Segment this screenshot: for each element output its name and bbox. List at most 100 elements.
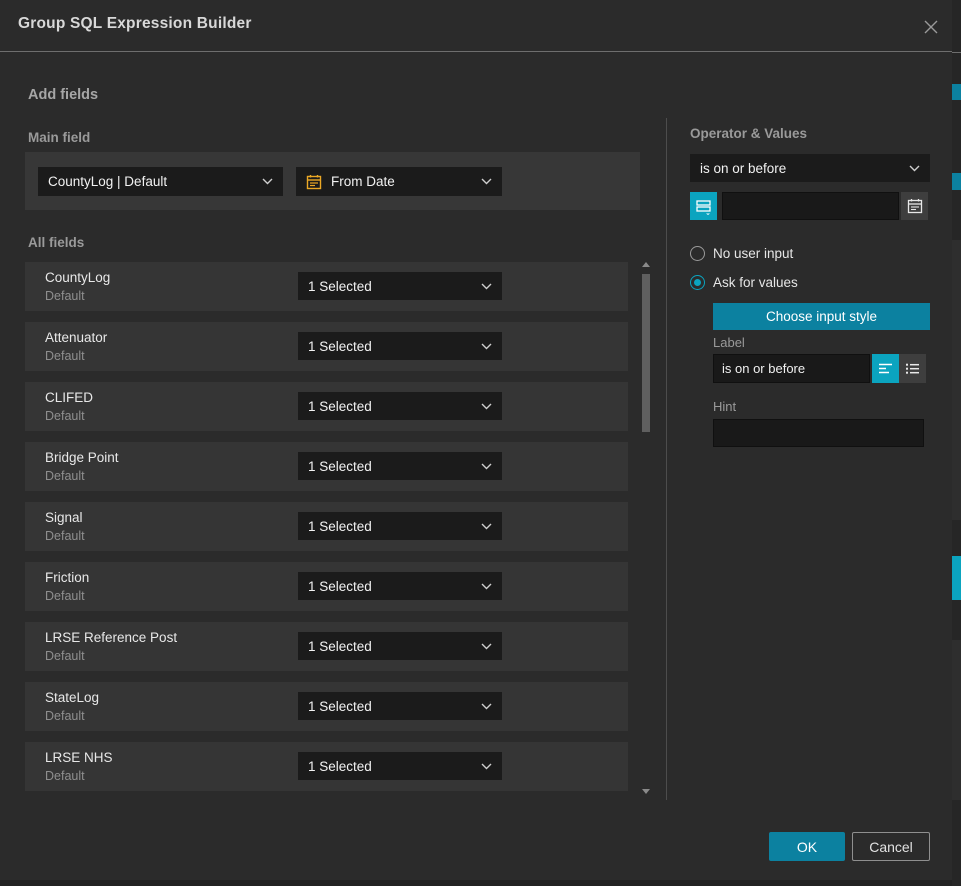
chevron-down-icon (481, 283, 492, 290)
field-row: Signal Default 1 Selected (25, 502, 628, 551)
field-selection-dropdown[interactable]: 1 Selected (298, 272, 502, 300)
fields-list-scrollbar[interactable] (641, 258, 651, 798)
field-row: Friction Default 1 Selected (25, 562, 628, 611)
field-layer-name: Default (45, 529, 85, 543)
field-layer-name: Default (45, 709, 85, 723)
calendar-icon (907, 198, 923, 214)
operator-dropdown[interactable]: is on or before (690, 154, 930, 182)
operator-values-heading: Operator & Values (690, 126, 807, 141)
main-field-dropdown[interactable]: CountyLog | Default (38, 167, 283, 196)
choose-input-style-button[interactable]: Choose input style (713, 303, 930, 330)
bullet-list-icon (905, 362, 920, 375)
align-left-lines-icon (878, 362, 893, 375)
all-fields-label: All fields (28, 235, 84, 250)
operator-dropdown-value: is on or before (700, 161, 786, 176)
field-name: CountyLog (45, 270, 110, 285)
chevron-down-icon (909, 165, 920, 172)
field-name: CLIFED (45, 390, 93, 405)
field-name: StateLog (45, 690, 99, 705)
field-row: StateLog Default 1 Selected (25, 682, 628, 731)
date-picker-button[interactable] (901, 192, 928, 220)
hint-input[interactable] (713, 419, 924, 447)
field-name: LRSE Reference Post (45, 630, 177, 645)
all-fields-list: CountyLog Default 1 Selected Attenuator … (25, 262, 628, 802)
scroll-up-arrow-icon[interactable] (642, 262, 650, 267)
field-name: Signal (45, 510, 83, 525)
field-row: Attenuator Default 1 Selected (25, 322, 628, 371)
chevron-down-icon (481, 703, 492, 710)
field-selection-dropdown[interactable]: 1 Selected (298, 572, 502, 600)
field-name: LRSE NHS (45, 750, 113, 765)
label-field-caption: Label (713, 335, 745, 350)
radio-icon (690, 246, 705, 261)
chevron-down-icon (481, 463, 492, 470)
scrollbar-thumb[interactable] (642, 274, 650, 432)
stacked-values-icon (695, 198, 712, 215)
field-row: CountyLog Default 1 Selected (25, 262, 628, 311)
group-sql-expression-builder-dialog: Group SQL Expression Builder Add fields … (0, 0, 952, 880)
field-selection-dropdown[interactable]: 1 Selected (298, 692, 502, 720)
list-input-style-button[interactable] (899, 354, 926, 383)
label-input[interactable] (713, 354, 870, 383)
radio-option-label: Ask for values (713, 275, 798, 290)
close-icon (923, 19, 939, 35)
close-button[interactable] (918, 14, 944, 40)
chevron-down-icon (481, 343, 492, 350)
field-selection-dropdown[interactable]: 1 Selected (298, 752, 502, 780)
field-selection-value: 1 Selected (308, 699, 372, 714)
date-field-calendar-icon (306, 174, 322, 190)
field-selection-value: 1 Selected (308, 519, 372, 534)
dialog-title: Group SQL Expression Builder (18, 15, 252, 33)
radio-option[interactable]: No user input (690, 245, 930, 261)
radio-option[interactable]: Ask for values (690, 274, 930, 290)
field-selection-dropdown[interactable]: 1 Selected (298, 512, 502, 540)
field-selection-value: 1 Selected (308, 279, 372, 294)
main-field-dropdown-value: CountyLog | Default (48, 174, 167, 189)
dialog-titlebar: Group SQL Expression Builder (0, 0, 952, 52)
chevron-down-icon (481, 583, 492, 590)
field-selection-dropdown[interactable]: 1 Selected (298, 632, 502, 660)
ok-button[interactable]: OK (769, 832, 845, 861)
field-row: LRSE NHS Default 1 Selected (25, 742, 628, 791)
user-input-radio-group: No user input Ask for values (690, 245, 930, 303)
field-selection-value: 1 Selected (308, 759, 372, 774)
field-selection-value: 1 Selected (308, 459, 372, 474)
field-selection-value: 1 Selected (308, 339, 372, 354)
field-row: LRSE Reference Post Default 1 Selected (25, 622, 628, 671)
field-selection-value: 1 Selected (308, 579, 372, 594)
field-row: Bridge Point Default 1 Selected (25, 442, 628, 491)
field-selection-value: 1 Selected (308, 639, 372, 654)
field-selection-dropdown[interactable]: 1 Selected (298, 332, 502, 360)
field-layer-name: Default (45, 769, 85, 783)
field-selection-dropdown[interactable]: 1 Selected (298, 392, 502, 420)
chevron-down-icon (262, 178, 273, 185)
cancel-button[interactable]: Cancel (852, 832, 930, 861)
chevron-down-icon (481, 763, 492, 770)
field-name: Bridge Point (45, 450, 119, 465)
field-layer-name: Default (45, 469, 85, 483)
main-field-box: CountyLog | Default From Date (25, 152, 640, 210)
field-layer-name: Default (45, 589, 85, 603)
chevron-down-icon (481, 643, 492, 650)
single-value-input-style-button[interactable] (872, 354, 899, 383)
field-layer-name: Default (45, 349, 85, 363)
chevron-down-icon (481, 523, 492, 530)
radio-option-label: No user input (713, 246, 793, 261)
main-date-field-value: From Date (331, 174, 395, 189)
chevron-down-icon (481, 403, 492, 410)
field-layer-name: Default (45, 289, 85, 303)
value-input[interactable] (722, 192, 899, 220)
background-sliver-right (952, 0, 961, 886)
set-value-from-dataset-button[interactable] (690, 192, 717, 220)
field-layer-name: Default (45, 649, 85, 663)
panel-divider (666, 118, 667, 800)
chevron-down-icon (481, 178, 492, 185)
add-fields-heading: Add fields (28, 87, 98, 103)
hint-field-caption: Hint (713, 399, 736, 414)
field-layer-name: Default (45, 409, 85, 423)
field-selection-dropdown[interactable]: 1 Selected (298, 452, 502, 480)
field-row: CLIFED Default 1 Selected (25, 382, 628, 431)
main-date-field-dropdown[interactable]: From Date (296, 167, 502, 196)
scroll-down-arrow-icon[interactable] (642, 789, 650, 794)
radio-icon (690, 275, 705, 290)
